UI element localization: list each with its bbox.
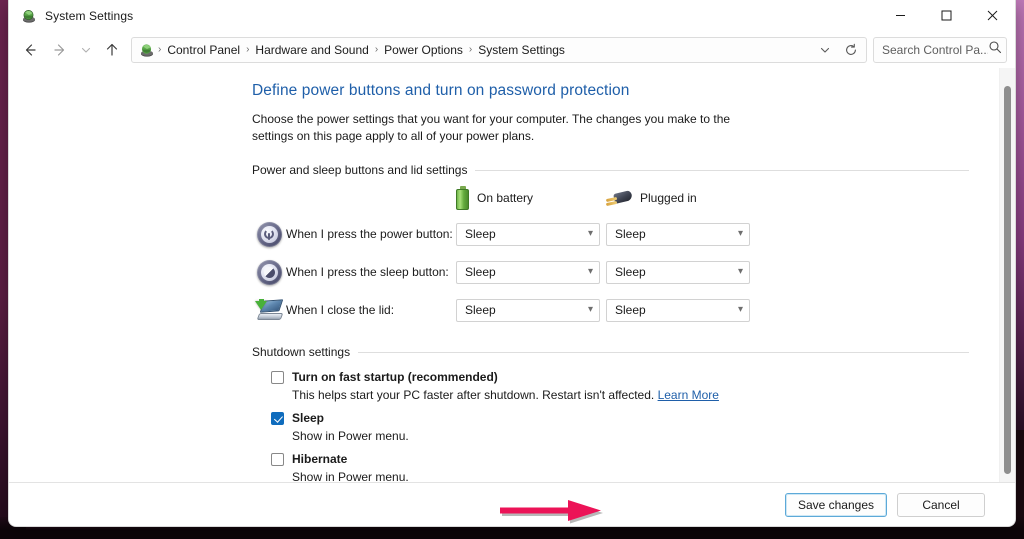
checkbox-row-sleep[interactable]: Sleep [271,410,969,426]
sleep-description: Show in Power menu. [292,429,409,443]
fast-startup-checkbox[interactable] [271,371,284,384]
power-button-plugged-in-value: Sleep [615,227,646,241]
power-button-on-battery-select[interactable]: Sleep ▾ [456,222,600,246]
shutdown-section-heading-label: Shutdown settings [252,345,351,359]
address-bar[interactable]: › Control Panel › Hardware and Sound › P… [131,36,867,63]
checkbox-row-fast-startup[interactable]: Turn on fast startup (recommended) [271,369,969,385]
fast-startup-description: This helps start your PC faster after sh… [271,387,969,403]
power-button-plugged-in-cell: Sleep ▾ [606,222,756,246]
breadcrumb-item-hardware-and-sound[interactable]: Hardware and Sound [250,40,373,60]
shutdown-options-list: Turn on fast startup (recommended) This … [252,369,969,482]
address-bar-actions [812,38,864,62]
column-header-plugged-in-label: Plugged in [640,191,697,205]
sleep-label: Sleep [292,411,325,425]
sleep-button-icon [252,259,286,285]
setting-row-close-lid: When I close the lid: Sleep ▾ Sleep ▾ [252,291,969,329]
learn-more-link[interactable]: Learn More [658,388,719,402]
chevron-down-icon: ▾ [737,266,743,277]
breadcrumb-item-power-options[interactable]: Power Options [379,40,468,60]
chevron-down-icon: ▾ [587,266,593,277]
control-panel-icon [21,8,37,24]
hibernate-checkbox[interactable] [271,453,284,466]
close-lid-on-battery-cell: Sleep ▾ [456,298,606,322]
setting-label-sleep-button: When I press the sleep button: [286,265,449,279]
chevron-down-icon: ▾ [737,228,743,239]
breadcrumb-control-panel-icon [139,42,155,58]
laptop-lid-icon [252,299,286,321]
power-button-on-battery-value: Sleep [465,227,496,241]
refresh-button[interactable] [838,38,864,62]
recent-locations-button[interactable] [75,35,97,65]
cancel-button[interactable]: Cancel [897,492,985,517]
sleep-button-on-battery-select[interactable]: Sleep ▾ [456,260,600,284]
title-bar: System Settings [9,0,1015,31]
settings-content: Define power buttons and turn on passwor… [9,68,999,482]
close-lid-plugged-in-cell: Sleep ▾ [606,298,756,322]
sleep-button-plugged-in-value: Sleep [615,265,646,279]
sleep-button-plugged-in-select[interactable]: Sleep ▾ [606,260,750,284]
title-bar-left: System Settings [9,8,133,24]
shutdown-section-heading: Shutdown settings [252,345,969,359]
close-lid-on-battery-select[interactable]: Sleep ▾ [456,298,600,322]
close-button[interactable] [969,0,1015,31]
battery-icon [456,186,469,210]
back-button[interactable] [15,35,45,65]
address-dropdown-button[interactable] [812,38,838,62]
dialog-footer: Save changes Cancel [9,482,1015,526]
power-section-heading: Power and sleep buttons and lid settings [252,163,969,177]
fast-startup-description-text: This helps start your PC faster after sh… [292,388,655,402]
window-controls [877,0,1015,31]
search-icon [988,40,1002,59]
breadcrumb-item-system-settings[interactable]: System Settings [473,40,570,60]
search-input[interactable] [882,42,988,57]
maximize-button[interactable] [923,0,969,31]
power-button-plugged-in-select[interactable]: Sleep ▾ [606,222,750,246]
setting-row-sleep-button: When I press the sleep button: Sleep ▾ S… [252,253,969,291]
checkbox-row-hibernate[interactable]: Hibernate [271,451,969,467]
close-lid-plugged-in-select[interactable]: Sleep ▾ [606,298,750,322]
scrollbar-thumb[interactable] [1004,86,1011,474]
page-title: Define power buttons and turn on passwor… [252,82,630,99]
setting-label-close-lid: When I close the lid: [286,303,395,317]
column-header-on-battery: On battery [456,186,606,210]
sleep-button-on-battery-cell: Sleep ▾ [456,260,606,284]
power-section-heading-label: Power and sleep buttons and lid settings [252,163,468,177]
chevron-down-icon: ▾ [737,304,743,315]
column-header-plugged-in: Plugged in [605,190,756,206]
navigation-bar: › Control Panel › Hardware and Sound › P… [9,31,1015,68]
content-area: Define power buttons and turn on passwor… [9,68,1015,482]
breadcrumb: › Control Panel › Hardware and Sound › P… [139,40,812,60]
vertical-scrollbar[interactable] [999,68,1015,482]
save-changes-button[interactable]: Save changes [784,492,887,517]
section-divider [475,169,969,171]
column-header-on-battery-label: On battery [477,191,534,205]
power-button-on-battery-cell: Sleep ▾ [456,222,606,246]
fast-startup-label: Turn on fast startup (recommended) [292,370,498,384]
system-settings-window: System Settings › Control Panel › Hardwa… [8,0,1016,527]
sleep-button-on-battery-value: Sleep [465,265,496,279]
setting-row-power-button: When I press the power button: Sleep ▾ S… [252,215,969,253]
close-lid-plugged-in-value: Sleep [615,303,646,317]
search-box[interactable] [873,36,1007,63]
content-inner: Define power buttons and turn on passwor… [9,82,999,482]
sleep-checkbox[interactable] [271,412,284,425]
up-button[interactable] [97,35,127,65]
sleep-button-plugged-in-cell: Sleep ▾ [606,260,756,284]
section-divider [358,351,969,353]
shutdown-section: Shutdown settings Turn on fast startup (… [252,345,969,482]
power-button-icon [252,221,286,247]
window-title: System Settings [45,8,134,23]
close-lid-on-battery-value: Sleep [465,303,496,317]
power-plug-icon [605,190,633,206]
hibernate-label: Hibernate [292,452,348,466]
chevron-down-icon: ▾ [587,304,593,315]
hibernate-description: Show in Power menu. [292,470,409,482]
setting-label-power-button: When I press the power button: [286,227,453,241]
page-description: Choose the power settings that you want … [252,112,731,143]
minimize-button[interactable] [877,0,923,31]
breadcrumb-item-control-panel[interactable]: Control Panel [162,40,245,60]
forward-button[interactable] [45,35,75,65]
column-headers: On battery Plugged in [456,183,969,213]
chevron-down-icon: ▾ [587,228,593,239]
